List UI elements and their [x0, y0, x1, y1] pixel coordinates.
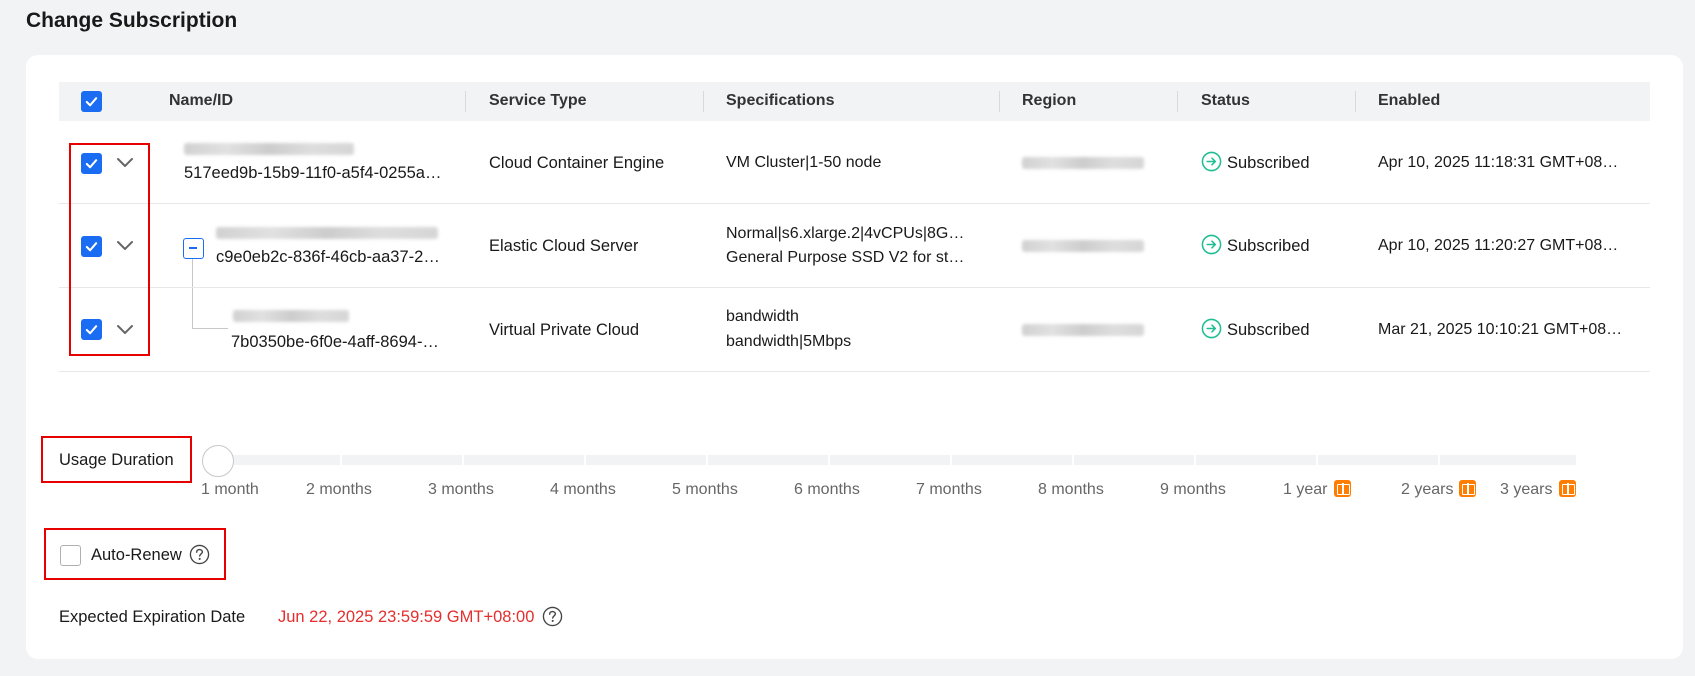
redacted-region [1022, 324, 1144, 336]
row-id: 7b0350be-6f0e-4aff-8694-… [231, 333, 439, 351]
slider-track-segment[interactable] [1440, 455, 1576, 465]
row-status: Subscribed [1227, 237, 1310, 255]
row-id: c9e0eb2c-836f-46cb-aa37-2… [216, 248, 440, 266]
slider-track-segment[interactable] [830, 455, 950, 465]
slider-track-segment[interactable] [342, 455, 462, 465]
row-enabled: Apr 10, 2025 11:18:31 GMT+08… [1378, 154, 1619, 171]
row-spec-line1: Normal|s6.xlarge.2|4vCPUs|8G… [726, 225, 965, 242]
subscribed-status-icon [1201, 318, 1222, 339]
gift-icon [1459, 480, 1476, 497]
row-service-type: Cloud Container Engine [489, 154, 665, 172]
duration-option[interactable]: 8 months [1038, 481, 1104, 499]
duration-option[interactable]: 2 months [306, 481, 372, 499]
slider-track-segment[interactable] [1074, 455, 1194, 465]
header-enabled: Enabled [1378, 92, 1441, 109]
duration-option[interactable]: 6 months [794, 481, 860, 499]
header-divider [1177, 91, 1178, 112]
page-title: Change Subscription [26, 9, 238, 32]
row-service-type: Elastic Cloud Server [489, 237, 639, 255]
row-status: Subscribed [1227, 321, 1310, 339]
row-id: 517eed9b-15b9-11f0-a5f4-0255a… [184, 164, 442, 182]
slider-track-segment[interactable] [218, 455, 340, 465]
slider-track-segment[interactable] [708, 455, 828, 465]
header-divider [703, 91, 704, 112]
duration-option[interactable]: 4 months [550, 481, 616, 499]
help-icon[interactable] [542, 606, 563, 627]
usage-duration-slider-handle[interactable] [202, 445, 234, 477]
redacted-name [216, 227, 438, 239]
gift-icon [1559, 480, 1576, 497]
duration-option[interactable]: 9 months [1160, 481, 1226, 499]
select-all-checkbox[interactable] [81, 91, 102, 112]
subscribed-status-icon [1201, 234, 1222, 255]
header-divider [465, 91, 466, 112]
row-spec-line2: General Purpose SSD V2 for st… [726, 249, 965, 266]
row-status: Subscribed [1227, 154, 1310, 172]
row-service-type: Virtual Private Cloud [489, 321, 640, 339]
header-status: Status [1201, 92, 1250, 109]
row-spec-line1: bandwidth [726, 308, 799, 325]
subscribed-status-icon [1201, 151, 1222, 172]
header-specifications: Specifications [726, 92, 835, 109]
header-divider [1355, 91, 1356, 112]
row-divider [59, 287, 1650, 288]
auto-renew-label: Auto-Renew [91, 546, 182, 564]
check-icon [85, 97, 98, 107]
redacted-region [1022, 157, 1144, 169]
header-name-id: Name/ID [169, 92, 234, 109]
row-divider [59, 203, 1650, 204]
expiration-label: Expected Expiration Date [59, 608, 246, 626]
expiration-date-value: Jun 22, 2025 23:59:59 GMT+08:00 [278, 608, 535, 626]
auto-renew-checkbox[interactable] [60, 545, 81, 566]
duration-option[interactable]: 5 months [672, 481, 738, 499]
slider-track-segment[interactable] [952, 455, 1072, 465]
header-region: Region [1022, 92, 1077, 109]
row-controls-highlight [69, 143, 150, 356]
duration-option[interactable]: 3 months [428, 481, 494, 499]
row-spec-line1: VM Cluster|1-50 node [726, 154, 882, 171]
duration-option[interactable]: 3 years [1500, 481, 1552, 499]
slider-track-segment[interactable] [464, 455, 584, 465]
duration-option[interactable]: 2 years [1401, 481, 1453, 499]
help-icon[interactable] [189, 544, 210, 565]
header-service-type: Service Type [489, 92, 587, 109]
header-divider [999, 91, 1000, 112]
tree-line [192, 259, 193, 328]
row-enabled: Apr 10, 2025 11:20:27 GMT+08… [1378, 237, 1619, 254]
slider-track-segment[interactable] [586, 455, 706, 465]
redacted-name [184, 143, 354, 155]
tree-line [192, 328, 228, 329]
row-spec-line2: bandwidth|5Mbps [726, 333, 852, 350]
duration-option[interactable]: 7 months [916, 481, 982, 499]
duration-option[interactable]: 1 month [201, 481, 259, 499]
slider-track-segment[interactable] [1196, 455, 1316, 465]
slider-track-segment[interactable] [1318, 455, 1438, 465]
usage-duration-label: Usage Duration [59, 451, 174, 469]
gift-icon [1334, 480, 1351, 497]
row-enabled: Mar 21, 2025 10:10:21 GMT+08… [1378, 321, 1623, 338]
redacted-name [233, 310, 349, 322]
row-divider [59, 371, 1650, 372]
redacted-region [1022, 240, 1144, 252]
duration-option[interactable]: 1 year [1283, 481, 1327, 499]
collapse-tree-button[interactable] [183, 238, 204, 259]
